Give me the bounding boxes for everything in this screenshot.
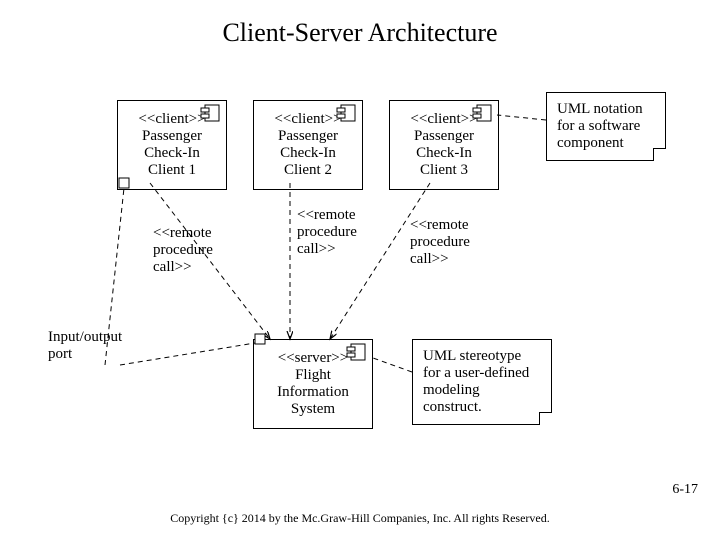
connectors — [0, 0, 720, 540]
copyright: Copyright {c} 2014 by the Mc.Graw-Hill C… — [0, 511, 720, 526]
page-number: 6-17 — [672, 482, 698, 498]
